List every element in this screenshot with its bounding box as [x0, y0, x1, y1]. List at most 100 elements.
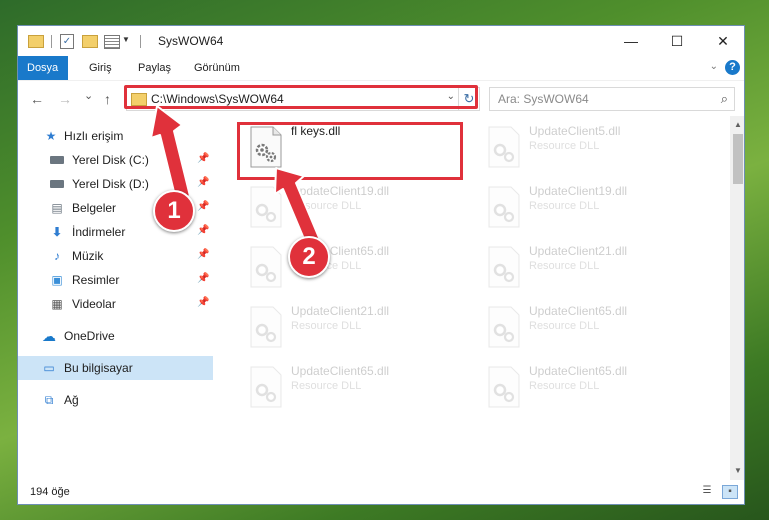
pin-icon[interactable]: 📌 — [197, 153, 209, 164]
pin-icon[interactable]: 📌 — [197, 201, 209, 212]
maximize-button[interactable]: ☐ — [654, 26, 700, 56]
step-2-badge: 2 — [288, 236, 330, 278]
file-item-fl-keys-dll[interactable]: fl keys.dll — [241, 122, 471, 178]
drive-icon — [50, 156, 64, 164]
file-item[interactable]: UpdateClient19.dll Resource DLL — [479, 182, 709, 238]
file-type: Resource DLL — [291, 200, 362, 212]
file-item[interactable]: UpdateClient21.dll Resource DLL — [241, 302, 471, 358]
sidebar-item-label: Yerel Disk (C:) — [72, 153, 149, 167]
tab-dosya[interactable]: Dosya — [18, 56, 68, 80]
window-title: SysWOW64 — [158, 34, 224, 48]
tab-giris[interactable]: Giriş — [80, 56, 121, 80]
back-arrow-icon[interactable]: ← — [30, 91, 44, 107]
dll-file-icon — [488, 366, 520, 408]
address-path[interactable]: C:\Windows\SysWOW64 — [151, 92, 284, 106]
sidebar-item-label: Resimler — [72, 273, 120, 287]
sidebar-item-label: Belgeler — [72, 201, 117, 215]
sidebar-item-quick-access[interactable]: ★ Hızlı erişim — [18, 124, 213, 148]
folder-icon — [28, 35, 44, 48]
status-bar: 194 öğe ☰ ▪ — [18, 480, 744, 504]
dll-file-icon — [250, 366, 282, 408]
search-input[interactable]: Ara: SysWOW64 ⌕ — [489, 87, 735, 111]
toolbar-dropdown-arrow-icon[interactable]: ▼ — [122, 35, 130, 51]
file-name: UpdateClient21.dll — [291, 304, 390, 318]
toolbar-separator — [140, 35, 141, 48]
vertical-scrollbar[interactable]: ▲ ▼ — [730, 116, 744, 480]
pin-icon[interactable]: 📌 — [197, 177, 209, 188]
refresh-icon[interactable]: ↻ — [458, 88, 479, 110]
dll-file-icon — [250, 246, 282, 288]
recent-locations-chevron-icon[interactable]: ⌄ — [84, 89, 93, 102]
dll-file-icon — [250, 306, 282, 348]
dll-file-icon — [488, 186, 520, 228]
sidebar-item-videos[interactable]: ▦ Videolar 📌 — [18, 292, 213, 316]
sidebar-item-music[interactable]: ♪ Müzik 📌 — [18, 244, 213, 268]
file-item[interactable]: UpdateClient21.dll Resource DLL — [479, 242, 709, 298]
forward-arrow-icon[interactable]: → — [58, 91, 72, 107]
sidebar-item-label: Müzik — [72, 249, 104, 263]
sidebar-item-label: Bu bilgisayar — [64, 361, 133, 375]
file-item[interactable]: UpdateClient5.dll Resource DLL — [479, 122, 709, 178]
toolbar-separator — [51, 35, 52, 48]
sidebar-item-network[interactable]: ⧉ Ağ — [18, 388, 213, 412]
ribbon-expand-chevron-icon[interactable]: ⌄ — [710, 61, 718, 72]
search-icon[interactable]: ⌕ — [721, 91, 728, 107]
file-name: UpdateClient65.dll — [291, 364, 390, 378]
file-type: Resource DLL — [529, 200, 600, 212]
pin-icon[interactable]: 📌 — [197, 249, 209, 260]
new-folder-quick-access-icon[interactable] — [82, 35, 98, 48]
sidebar-item-this-pc[interactable]: ▭ Bu bilgisayar — [18, 356, 213, 380]
documents-icon: ▤ — [51, 201, 63, 215]
sidebar-item-local-disk-c[interactable]: Yerel Disk (C:) 📌 — [18, 148, 213, 172]
help-icon[interactable]: ? — [725, 60, 740, 75]
file-type: Resource DLL — [529, 140, 600, 152]
file-item[interactable]: UpdateClient65.dll Resource DLL — [479, 302, 709, 358]
file-type: Resource DLL — [529, 380, 600, 392]
file-item[interactable]: UpdateClient65.dll Resource DLL — [241, 242, 471, 298]
scroll-up-arrow-icon[interactable]: ▲ — [730, 118, 744, 132]
folder-icon — [131, 93, 147, 106]
address-dropdown-chevron-icon[interactable]: ⌄ — [447, 91, 455, 102]
file-type: Resource DLL — [291, 320, 362, 332]
file-name: UpdateClient21.dll — [529, 244, 628, 258]
pin-icon[interactable]: 📌 — [197, 225, 209, 236]
pin-icon[interactable]: 📌 — [197, 273, 209, 284]
title-bar: ✓ ▼ SysWOW64 — ☐ ✕ — [18, 26, 744, 56]
file-item[interactable]: UpdateClient19.dll Resource DLL — [241, 182, 471, 238]
dll-file-icon — [488, 306, 520, 348]
sidebar-item-label: Yerel Disk (D:) — [72, 177, 149, 191]
dll-file-icon — [250, 186, 282, 228]
pin-icon[interactable]: 📌 — [197, 297, 209, 308]
customize-toolbar-icon[interactable] — [104, 35, 120, 49]
file-type: Resource DLL — [529, 320, 600, 332]
scroll-down-arrow-icon[interactable]: ▼ — [730, 464, 744, 478]
dll-file-icon — [488, 126, 520, 168]
sidebar-item-label: OneDrive — [64, 329, 115, 343]
file-type: Resource DLL — [291, 380, 362, 392]
network-icon: ⧉ — [44, 393, 54, 407]
onedrive-icon: ☁ — [42, 328, 56, 344]
large-icons-view-icon[interactable]: ▪ — [722, 485, 738, 499]
sidebar-item-pictures[interactable]: ▣ Resimler 📌 — [18, 268, 213, 292]
tab-gorunum[interactable]: Görünüm — [185, 56, 249, 80]
details-view-icon[interactable]: ☰ — [700, 485, 714, 497]
sidebar-item-onedrive[interactable]: ☁ OneDrive — [18, 324, 213, 348]
file-name: UpdateClient65.dll — [529, 304, 628, 318]
minimize-button[interactable]: — — [608, 26, 654, 56]
up-arrow-icon[interactable]: ↑ — [104, 91, 111, 107]
tab-paylas[interactable]: Paylaş — [129, 56, 180, 80]
properties-quick-access-icon[interactable]: ✓ — [60, 34, 74, 49]
explorer-window: ✓ ▼ SysWOW64 — ☐ ✕ Dosya Giriş Paylaş Gö… — [17, 25, 745, 505]
navigation-bar: ← → ⌄ ↑ C:\Windows\SysWOW64 ⌄ ↻ Ara: Sys… — [18, 80, 744, 117]
item-count: 194 öğe — [30, 486, 70, 498]
file-name: UpdateClient19.dll — [529, 184, 628, 198]
file-name: UpdateClient65.dll — [529, 364, 628, 378]
dll-file-icon — [250, 126, 282, 168]
close-button[interactable]: ✕ — [700, 26, 744, 56]
pictures-icon: ▣ — [51, 273, 63, 287]
file-name: fl keys.dll — [291, 124, 341, 138]
address-bar[interactable]: C:\Windows\SysWOW64 ⌄ ↻ — [126, 87, 480, 111]
file-item[interactable]: UpdateClient65.dll Resource DLL — [479, 362, 709, 418]
file-item[interactable]: UpdateClient65.dll Resource DLL — [241, 362, 471, 418]
scroll-thumb[interactable] — [733, 134, 743, 184]
